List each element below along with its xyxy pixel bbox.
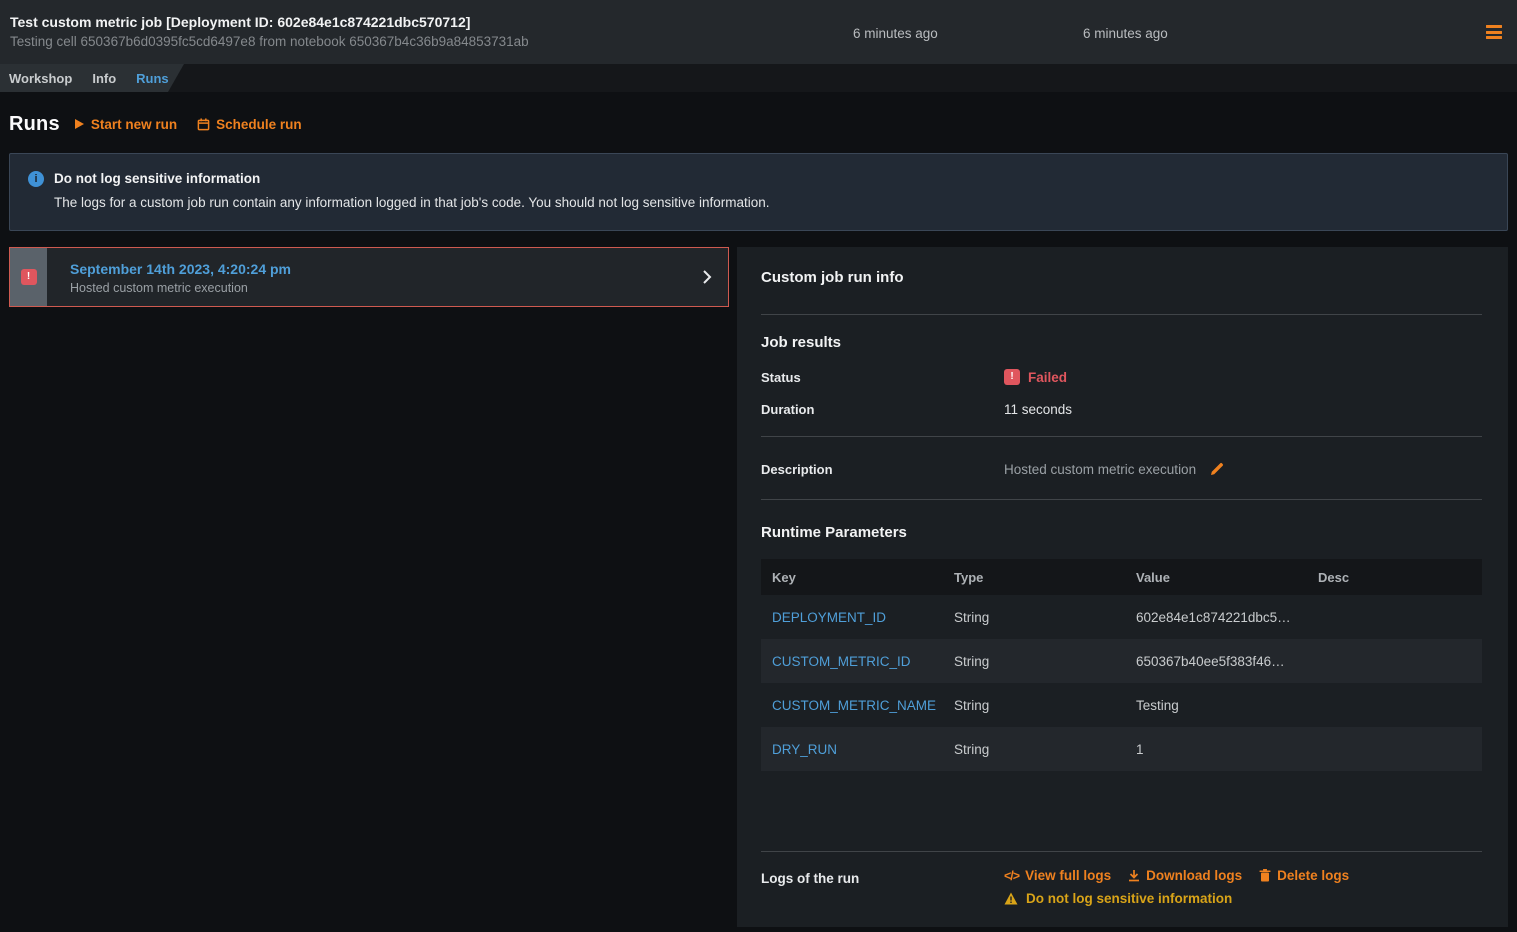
delete-logs-button[interactable]: Delete logs — [1259, 868, 1349, 883]
delete-logs-label: Delete logs — [1277, 868, 1349, 883]
param-type: String — [943, 698, 1125, 713]
divider — [761, 851, 1482, 852]
run-list: ! September 14th 2023, 4:20:24 pm Hosted… — [9, 247, 729, 927]
param-value: Testing — [1125, 698, 1307, 713]
run-title: September 14th 2023, 4:20:24 pm — [70, 260, 702, 278]
divider — [761, 436, 1482, 437]
param-value: 602e84e1c874221dbc5… — [1125, 610, 1307, 625]
menu-bar — [1486, 31, 1502, 34]
schedule-run-label: Schedule run — [216, 117, 302, 132]
banner-text: Do not log sensitive information The log… — [54, 170, 770, 230]
logs-label: Logs of the run — [761, 868, 1004, 906]
schedule-run-button[interactable]: Schedule run — [197, 117, 302, 132]
table-row: DRY_RUN String 1 — [761, 727, 1482, 771]
param-key-link[interactable]: DRY_RUN — [761, 742, 943, 757]
col-header-type: Type — [943, 570, 1125, 585]
page-title: Runs — [9, 113, 60, 136]
run-text: September 14th 2023, 4:20:24 pm Hosted c… — [47, 248, 702, 306]
code-icon: </> — [1004, 869, 1019, 883]
panel-title: Custom job run info — [761, 269, 1482, 286]
logs-warning: Do not log sensitive information — [1004, 891, 1482, 906]
timestamp-updated: 6 minutes ago — [1083, 26, 1168, 41]
banner-title: Do not log sensitive information — [54, 170, 770, 188]
sensitive-info-banner: i Do not log sensitive information The l… — [9, 153, 1508, 231]
menu-icon[interactable] — [1486, 25, 1502, 39]
table-header-row: Key Type Value Desc — [761, 559, 1482, 595]
status-value: ! Failed — [1004, 369, 1482, 385]
trash-icon — [1259, 869, 1271, 882]
job-results-heading: Job results — [761, 334, 1482, 351]
edit-description-icon[interactable] — [1210, 462, 1224, 476]
table-row: CUSTOM_METRIC_ID String 650367b40ee5f383… — [761, 639, 1482, 683]
tab-bar: Workshop Info Runs — [0, 64, 1517, 92]
job-subtitle: Testing cell 650367b6d0395fc5cd6497e8 fr… — [10, 32, 1501, 52]
col-header-desc: Desc — [1307, 570, 1482, 585]
description-value-wrap: Hosted custom metric execution — [1004, 462, 1482, 477]
tab-info[interactable]: Info — [92, 71, 116, 86]
banner-body: The logs for a custom job run contain an… — [54, 195, 770, 210]
tab-workshop[interactable]: Workshop — [9, 71, 72, 86]
duration-value: 11 seconds — [1004, 402, 1482, 417]
param-value: 650367b40ee5f383f46… — [1125, 654, 1307, 669]
runtime-parameters-table: Key Type Value Desc DEPLOYMENT_ID String… — [761, 559, 1482, 771]
table-row: DEPLOYMENT_ID String 602e84e1c874221dbc5… — [761, 595, 1482, 639]
columns: ! September 14th 2023, 4:20:24 pm Hosted… — [9, 247, 1508, 927]
timestamp-created: 6 minutes ago — [853, 26, 938, 41]
status-failed-text: Failed — [1028, 370, 1067, 385]
param-type: String — [943, 742, 1125, 757]
start-new-run-label: Start new run — [91, 117, 177, 132]
app-header: Test custom metric job [Deployment ID: 6… — [0, 0, 1517, 64]
logs-links: </> View full logs Download logs — [1004, 868, 1482, 883]
play-icon — [74, 118, 85, 130]
tab-strip: Workshop Info Runs — [0, 64, 192, 92]
param-key-link[interactable]: CUSTOM_METRIC_NAME — [761, 698, 943, 713]
warning-icon — [1004, 892, 1018, 905]
menu-bar — [1486, 36, 1502, 39]
col-header-value: Value — [1125, 570, 1307, 585]
menu-bar — [1486, 25, 1502, 28]
run-list-item[interactable]: ! September 14th 2023, 4:20:24 pm Hosted… — [9, 247, 729, 307]
duration-row: Duration 11 seconds — [761, 399, 1482, 419]
divider — [761, 499, 1482, 500]
run-status-strip: ! — [10, 248, 47, 306]
description-row: Description Hosted custom metric executi… — [761, 449, 1482, 489]
run-info-panel: Custom job run info Job results Status !… — [737, 247, 1508, 927]
status-row: Status ! Failed — [761, 367, 1482, 387]
main-content: Runs Start new run Schedule run i Do not… — [0, 110, 1517, 927]
col-header-key: Key — [761, 570, 943, 585]
param-key-link[interactable]: DEPLOYMENT_ID — [761, 610, 943, 625]
info-icon: i — [28, 171, 44, 187]
failed-status-icon: ! — [21, 269, 37, 285]
job-title: Test custom metric job [Deployment ID: 6… — [10, 12, 1501, 32]
status-label: Status — [761, 370, 1004, 385]
table-row: CUSTOM_METRIC_NAME String Testing — [761, 683, 1482, 727]
download-logs-label: Download logs — [1146, 868, 1242, 883]
table-body: DEPLOYMENT_ID String 602e84e1c874221dbc5… — [761, 595, 1482, 771]
description-value: Hosted custom metric execution — [1004, 462, 1196, 477]
runtime-parameters-heading: Runtime Parameters — [761, 524, 1482, 541]
view-full-logs-label: View full logs — [1025, 868, 1111, 883]
calendar-icon — [197, 118, 210, 131]
run-subtitle: Hosted custom metric execution — [70, 281, 702, 295]
logs-section: Logs of the run </> View full logs — [761, 868, 1482, 906]
failed-status-icon: ! — [1004, 369, 1020, 385]
page-head: Runs Start new run Schedule run — [9, 110, 1508, 138]
view-full-logs-button[interactable]: </> View full logs — [1004, 868, 1111, 883]
param-key-link[interactable]: CUSTOM_METRIC_ID — [761, 654, 943, 669]
tab-runs[interactable]: Runs — [136, 71, 169, 86]
param-value: 1 — [1125, 742, 1307, 757]
logs-warning-text: Do not log sensitive information — [1026, 891, 1232, 906]
chevron-right-icon — [702, 248, 728, 306]
start-new-run-button[interactable]: Start new run — [74, 117, 177, 132]
download-icon — [1128, 869, 1140, 882]
download-logs-button[interactable]: Download logs — [1128, 868, 1242, 883]
divider — [761, 314, 1482, 315]
duration-label: Duration — [761, 402, 1004, 417]
logs-actions: </> View full logs Download logs — [1004, 868, 1482, 906]
description-label: Description — [761, 462, 1004, 477]
param-type: String — [943, 654, 1125, 669]
param-type: String — [943, 610, 1125, 625]
